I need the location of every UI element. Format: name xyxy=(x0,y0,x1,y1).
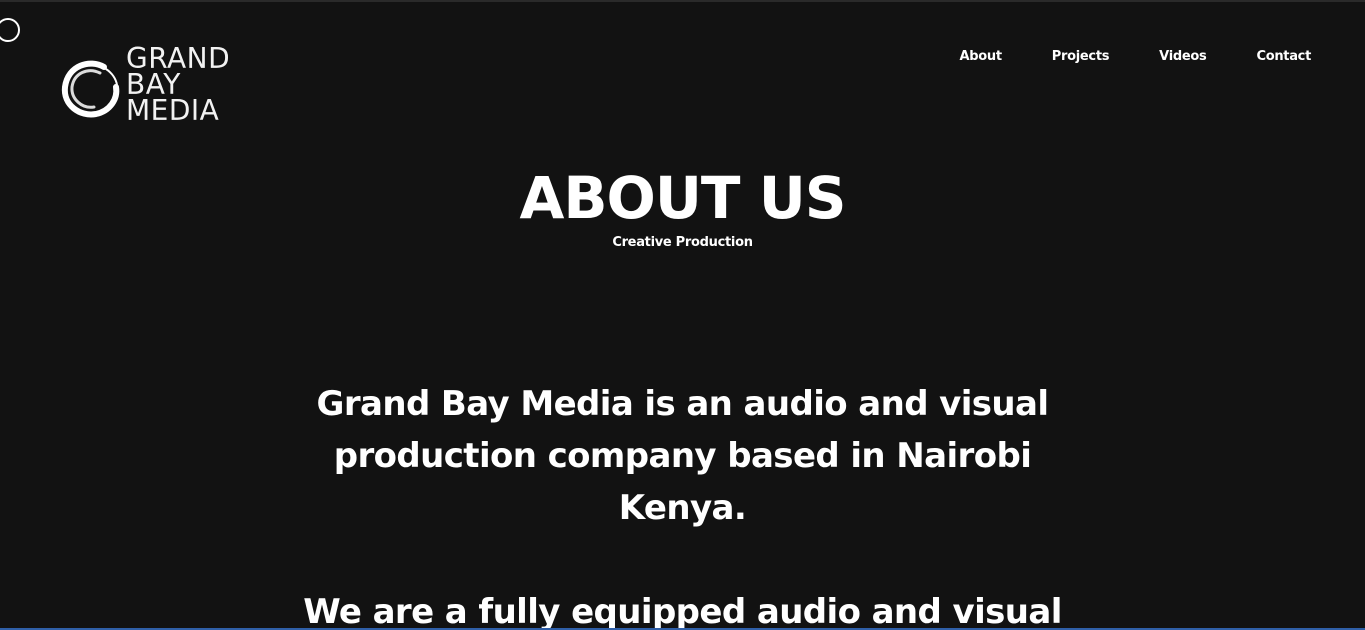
about-paragraph-1: Grand Bay Media is an audio and visual p… xyxy=(316,384,1050,528)
nav-item-videos[interactable]: Videos xyxy=(1159,49,1207,64)
main-nav: About Projects Videos Contact xyxy=(909,49,1311,64)
brand-wordmark: GRAND BAY MEDIA xyxy=(126,44,230,128)
brand-line-3: MEDIA xyxy=(126,93,220,128)
page-title: ABOUT US xyxy=(519,164,846,232)
nav-item-about[interactable]: About xyxy=(959,49,1002,64)
nav-item-projects[interactable]: Projects xyxy=(1052,49,1110,64)
nav-item-contact[interactable]: Contact xyxy=(1256,49,1311,64)
page: GRAND BAY MEDIA About Projects Videos Co… xyxy=(0,0,1365,630)
brush-circle-icon xyxy=(61,60,120,118)
page-subtitle: Creative Production xyxy=(612,235,753,250)
brand-logo-link[interactable]: GRAND BAY MEDIA xyxy=(60,44,230,128)
about-paragraph-2: We are a fully equipped audio and visual xyxy=(303,592,1062,630)
cursor-ring-icon xyxy=(0,18,20,42)
